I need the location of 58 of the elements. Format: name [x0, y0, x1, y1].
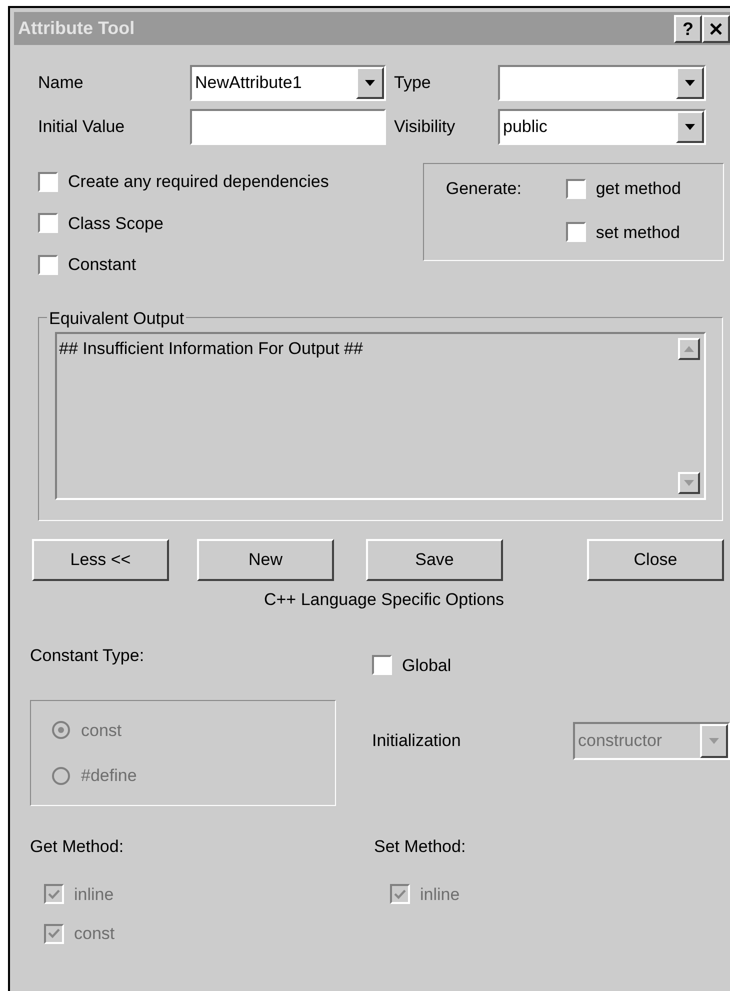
field-label: Visibility: [394, 116, 456, 138]
dropdown-button[interactable]: [676, 67, 704, 99]
checkbox-label: get method: [596, 178, 681, 200]
check-icon: [48, 928, 60, 940]
window-title: Attribute Tool: [18, 17, 136, 40]
down-arrow-icon: [685, 124, 695, 130]
down-arrow-icon: [709, 738, 719, 744]
field-value: constructor: [577, 730, 664, 752]
checkbox[interactable]: [566, 222, 586, 242]
combo-box[interactable]: [498, 65, 706, 101]
generate-label: Generate:: [446, 178, 522, 200]
field-label: Name: [38, 72, 84, 94]
field-label: Type: [394, 72, 432, 94]
dropdown-button[interactable]: [676, 111, 704, 143]
checkbox[interactable]: [372, 655, 392, 676]
get-method-label: Get Method:: [30, 837, 124, 856]
checkbox-label: set method: [596, 222, 680, 244]
initialization-label: Initialization: [372, 730, 462, 752]
down-arrow-icon: [365, 80, 375, 86]
checkbox-label: Global: [402, 654, 452, 676]
set-method-label: Set Method:: [374, 837, 466, 856]
close-button[interactable]: [702, 14, 730, 42]
dialog-button[interactable]: Close: [587, 539, 724, 581]
scroll-up-button[interactable]: [678, 338, 700, 360]
checkbox-label: const: [74, 923, 115, 945]
output-text-area[interactable]: ## Insufficient Information For Output ##: [55, 332, 706, 500]
checkbox-label: inline: [420, 884, 460, 906]
checkbox[interactable]: [38, 213, 58, 234]
check-icon: [48, 888, 60, 900]
radio-label: #define: [81, 765, 137, 787]
down-arrow-icon: [684, 480, 694, 486]
combo-box[interactable]: NewAttribute1: [190, 65, 386, 101]
input-field[interactable]: [190, 109, 386, 145]
checkbox-label: Constant: [68, 254, 136, 276]
combo-box[interactable]: public: [498, 109, 706, 145]
check-icon: [394, 888, 406, 900]
help-button[interactable]: ?: [674, 14, 702, 42]
up-arrow-icon: [684, 346, 694, 352]
scroll-down-button[interactable]: [678, 472, 700, 494]
down-arrow-icon: [685, 80, 695, 86]
checkbox[interactable]: [566, 178, 586, 199]
dialog-button[interactable]: Save: [366, 539, 503, 581]
field-label: Initial Value: [38, 116, 126, 138]
checkbox[interactable]: [38, 254, 58, 275]
dialog-button[interactable]: New: [197, 539, 334, 581]
section-title: C++ Language Specific Options: [264, 589, 504, 611]
field-value: NewAttribute1: [194, 72, 303, 94]
radio-label: const: [81, 720, 122, 742]
checkbox[interactable]: [38, 172, 58, 192]
constant-type-label: Constant Type:: [30, 646, 144, 664]
checkbox-label: Class Scope: [68, 212, 164, 234]
dropdown-button[interactable]: [356, 67, 384, 99]
output-text: ## Insufficient Information For Output ##: [58, 338, 364, 360]
close-icon: [710, 22, 722, 34]
checkbox-label: Create any required dependencies: [68, 171, 329, 193]
field-value: public: [502, 116, 548, 138]
checkbox-label: inline: [74, 884, 114, 906]
dialog-button[interactable]: Less <<: [32, 539, 169, 581]
